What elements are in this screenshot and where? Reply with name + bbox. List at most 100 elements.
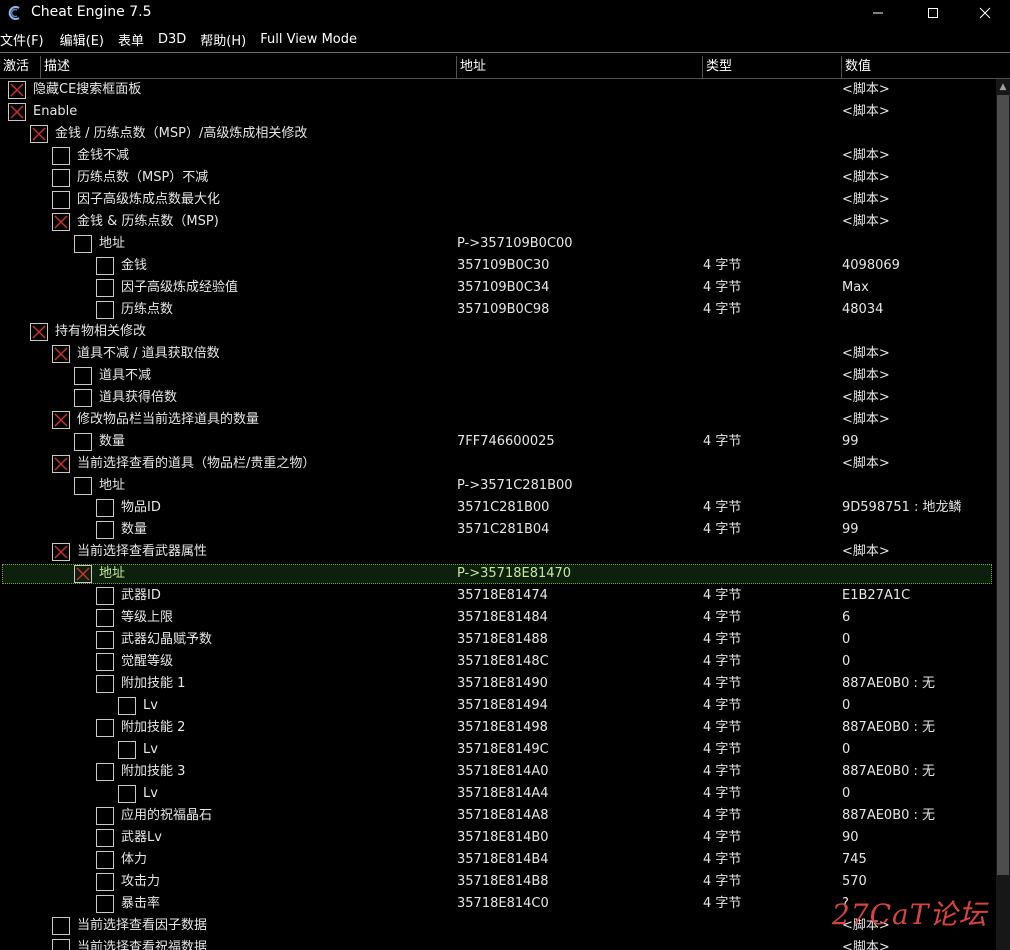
vertical-scrollbar[interactable]: ▲: [996, 79, 1010, 950]
active-checkbox[interactable]: [30, 125, 48, 143]
scroll-up-arrow-icon[interactable]: ▲: [996, 79, 1010, 95]
active-checkbox[interactable]: [74, 565, 92, 583]
close-button[interactable]: [960, 0, 1010, 26]
active-checkbox[interactable]: [52, 917, 70, 935]
active-checkbox[interactable]: [118, 785, 136, 803]
table-row[interactable]: 当前选择查看的道具（物品栏/贵重之物） <脚本>: [0, 453, 996, 475]
table-row[interactable]: 攻击力 35718E814B8 4 字节 570: [0, 871, 996, 893]
row-value: <脚本>: [842, 940, 890, 950]
menu-edit[interactable]: 编辑(E): [60, 30, 112, 49]
active-checkbox[interactable]: [96, 279, 114, 297]
active-checkbox[interactable]: [96, 895, 114, 913]
table-row[interactable]: 当前选择查看武器属性 <脚本>: [0, 541, 996, 563]
table-row[interactable]: 体力 35718E814B4 4 字节 745: [0, 849, 996, 871]
table-row[interactable]: 地址 P->3571C281B00: [0, 475, 996, 497]
scrollbar-thumb[interactable]: [997, 95, 1009, 875]
table-row[interactable]: 附加技能 2 35718E81498 4 字节 887AE0B0 : 无: [0, 717, 996, 739]
table-row[interactable]: 因子高级炼成点数最大化 <脚本>: [0, 189, 996, 211]
active-checkbox[interactable]: [74, 367, 92, 385]
active-checkbox[interactable]: [96, 675, 114, 693]
table-row[interactable]: 觉醒等级 35718E8148C 4 字节 0: [0, 651, 996, 673]
table-row[interactable]: 数量 7FF746600025 4 字节 99: [0, 431, 996, 453]
active-checkbox[interactable]: [96, 829, 114, 847]
menu-help[interactable]: 帮助(H): [200, 30, 254, 49]
active-checkbox[interactable]: [96, 851, 114, 869]
table-row[interactable]: 道具获得倍数 <脚本>: [0, 387, 996, 409]
column-header-type[interactable]: 类型: [702, 56, 841, 78]
active-checkbox[interactable]: [52, 455, 70, 473]
active-checkbox[interactable]: [96, 521, 114, 539]
active-checkbox[interactable]: [74, 235, 92, 253]
menu-table[interactable]: 表单: [118, 30, 152, 49]
active-checkbox[interactable]: [52, 939, 70, 950]
table-row[interactable]: 历练点数 357109B0C98 4 字节 48034: [0, 299, 996, 321]
table-row[interactable]: 地址 P->35718E81470: [0, 563, 996, 585]
table-row[interactable]: Lv 35718E81494 4 字节 0: [0, 695, 996, 717]
table-row[interactable]: 道具不减 / 道具获取倍数 <脚本>: [0, 343, 996, 365]
column-header-value[interactable]: 数值: [841, 56, 1010, 78]
active-checkbox[interactable]: [52, 345, 70, 363]
active-checkbox[interactable]: [118, 697, 136, 715]
column-header-description[interactable]: 描述: [40, 56, 456, 78]
table-row[interactable]: 历练点数（MSP）不减 <脚本>: [0, 167, 996, 189]
active-checkbox[interactable]: [118, 741, 136, 759]
active-checkbox[interactable]: [96, 807, 114, 825]
table-row[interactable]: 附加技能 3 35718E814A0 4 字节 887AE0B0 : 无: [0, 761, 996, 783]
table-row[interactable]: 物品ID 3571C281B00 4 字节 9D598751 : 地龙鳞: [0, 497, 996, 519]
minimize-button[interactable]: [853, 0, 903, 26]
active-checkbox[interactable]: [8, 81, 26, 99]
active-checkbox[interactable]: [96, 873, 114, 891]
active-checkbox[interactable]: [74, 389, 92, 407]
active-checkbox[interactable]: [52, 411, 70, 429]
cheat-table-list[interactable]: 隐藏CE搜索框面板 <脚本> Enable <脚本> 金钱 / 历练点数（MSP）/高级…: [0, 79, 996, 950]
menu-file[interactable]: 文件(F): [0, 30, 52, 49]
active-checkbox[interactable]: [96, 763, 114, 781]
active-checkbox[interactable]: [96, 301, 114, 319]
menu-full-view-mode[interactable]: Full View Mode: [260, 32, 365, 47]
maximize-button[interactable]: [908, 0, 958, 26]
table-row[interactable]: 数量 3571C281B04 4 字节 99: [0, 519, 996, 541]
active-checkbox[interactable]: [96, 587, 114, 605]
active-checkbox[interactable]: [52, 147, 70, 165]
active-checkbox[interactable]: [96, 609, 114, 627]
table-row[interactable]: Enable <脚本>: [0, 101, 996, 123]
active-checkbox[interactable]: [96, 257, 114, 275]
table-row[interactable]: 附加技能 1 35718E81490 4 字节 887AE0B0 : 无: [0, 673, 996, 695]
active-checkbox[interactable]: [52, 213, 70, 231]
row-description: 当前选择查看因子数据: [77, 918, 208, 933]
active-checkbox[interactable]: [52, 191, 70, 209]
menu-d3d[interactable]: D3D: [158, 32, 194, 47]
table-row[interactable]: Lv 35718E814A4 4 字节 0: [0, 783, 996, 805]
active-checkbox[interactable]: [8, 103, 26, 121]
row-type: 4 字节: [703, 742, 742, 757]
active-checkbox[interactable]: [96, 499, 114, 517]
table-row[interactable]: Lv 35718E8149C 4 字节 0: [0, 739, 996, 761]
active-checkbox[interactable]: [74, 433, 92, 451]
table-row[interactable]: 因子高级炼成经验值 357109B0C34 4 字节 Max: [0, 277, 996, 299]
active-checkbox[interactable]: [52, 543, 70, 561]
active-checkbox[interactable]: [96, 719, 114, 737]
table-row[interactable]: 应用的祝福晶石 35718E814A8 4 字节 887AE0B0 : 无: [0, 805, 996, 827]
table-row[interactable]: 金钱不减 <脚本>: [0, 145, 996, 167]
maximize-icon: [928, 8, 938, 18]
active-checkbox[interactable]: [30, 323, 48, 341]
table-row[interactable]: 武器Lv 35718E814B0 4 字节 90: [0, 827, 996, 849]
table-row[interactable]: 隐藏CE搜索框面板 <脚本>: [0, 79, 996, 101]
table-row[interactable]: 道具不减 <脚本>: [0, 365, 996, 387]
column-header-address[interactable]: 地址: [456, 56, 702, 78]
table-row[interactable]: 金钱 357109B0C30 4 字节 4098069: [0, 255, 996, 277]
active-checkbox[interactable]: [96, 653, 114, 671]
table-row[interactable]: 当前选择查看祝福数据 <脚本>: [0, 937, 996, 950]
table-row[interactable]: 武器ID 35718E81474 4 字节 E1B27A1C: [0, 585, 996, 607]
active-checkbox[interactable]: [52, 169, 70, 187]
table-row[interactable]: 地址 P->357109B0C00: [0, 233, 996, 255]
table-row[interactable]: 修改物品栏当前选择道具的数量 <脚本>: [0, 409, 996, 431]
table-row[interactable]: 等级上限 35718E81484 4 字节 6: [0, 607, 996, 629]
table-row[interactable]: 武器幻晶赋予数 35718E81488 4 字节 0: [0, 629, 996, 651]
table-row[interactable]: 金钱 & 历练点数（MSP) <脚本>: [0, 211, 996, 233]
table-row[interactable]: 持有物相关修改: [0, 321, 996, 343]
active-checkbox[interactable]: [96, 631, 114, 649]
column-header-active[interactable]: 激活: [0, 56, 40, 78]
active-checkbox[interactable]: [74, 477, 92, 495]
table-row[interactable]: 金钱 / 历练点数（MSP）/高级炼成相关修改: [0, 123, 996, 145]
